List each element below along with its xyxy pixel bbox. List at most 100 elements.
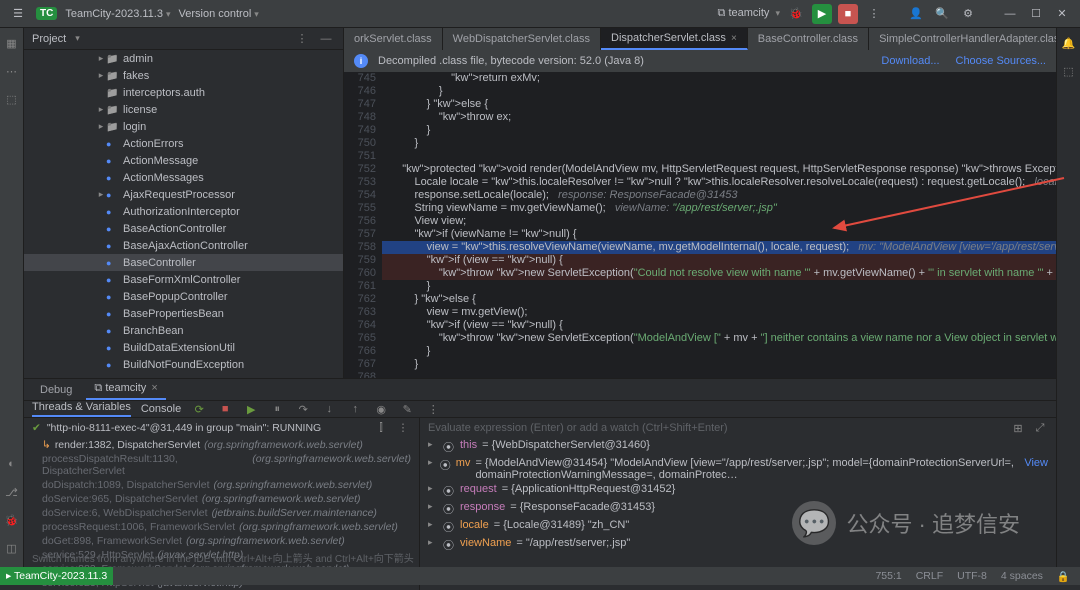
stack-frame[interactable]: doService:6, WebDispatcherServlet (jetbr… [24,506,419,520]
git-tool-icon[interactable]: ⎇ [3,483,21,501]
tree-item-buildtypebranchbean[interactable]: ▸BuildTypeBranchBean [24,373,343,376]
code-line[interactable] [382,150,1056,163]
tree-item-authorizationinterceptor[interactable]: AuthorizationInterceptor [24,203,343,220]
editor-tab[interactable]: BaseController.class [748,28,869,50]
tree-item-buildnotfoundexception[interactable]: BuildNotFoundException [24,356,343,373]
code-line[interactable]: view = mv.getView(); [382,306,1056,319]
code-line[interactable]: } "kw">else { [382,293,1056,306]
code-line[interactable] [382,371,1056,378]
database-icon[interactable]: ⬚ [1060,62,1078,80]
code-line[interactable]: view = "kw">this.resolveViewName(viewNam… [382,241,1056,254]
status-project[interactable]: ▸ TeamCity-2023.11.3 [0,567,113,585]
tree-item-interceptors-auth[interactable]: interceptors.auth [24,84,343,101]
project-tool-icon[interactable]: ▦ [3,34,21,52]
code-line[interactable]: "kw">if (view == "kw">null) { [382,254,1056,267]
stack-frame[interactable]: processDispatchResult:1130, DispatcherSe… [24,452,419,478]
project-selector[interactable]: TeamCity-2023.11.3▾ [65,8,170,20]
maximize-icon[interactable]: ☐ [1026,4,1046,24]
code-line[interactable]: "kw">protected "kw">void render(ModelAnd… [382,163,1056,176]
tree-item-basecontroller[interactable]: BaseController [24,254,343,271]
build-tool-icon[interactable]: ◫ [3,539,21,557]
variable-row[interactable]: ▸⦿mv = {ModelAndView@31454} "ModelAndVie… [420,456,1056,482]
tree-options-icon[interactable]: ⋮ [293,30,311,48]
app-menu-icon[interactable]: ☰ [8,4,28,24]
readonly-icon[interactable]: 🔒 [1057,570,1070,583]
tree-item-login[interactable]: ▸login [24,118,343,135]
layout-icon[interactable]: ⊞ [1010,420,1026,436]
tree-item-branchbean[interactable]: BranchBean [24,322,343,339]
code-line[interactable]: String viewName = mv.getViewName(); view… [382,202,1056,215]
close-tab-icon[interactable]: × [731,33,737,44]
tree-item-builddataextensionutil[interactable]: BuildDataExtensionUtil [24,339,343,356]
code-line[interactable]: } [382,124,1056,137]
choose-sources-link[interactable]: Choose Sources... [956,55,1047,67]
vcs-menu[interactable]: Version control▾ [179,8,259,20]
step-out-icon[interactable]: ↑ [347,401,363,417]
debug-tool-icon[interactable]: 🐞 [3,511,21,529]
code-line[interactable]: } [382,358,1056,371]
tree-item-license[interactable]: ▸license [24,101,343,118]
code-line[interactable]: "kw">throw "kw">new ServletException("Co… [382,267,1056,280]
step-over-icon[interactable]: ↷ [295,401,311,417]
editor-tab[interactable]: orkServlet.class [344,28,443,50]
tree-item-fakes[interactable]: ▸fakes [24,67,343,84]
rerun-icon[interactable]: ⟳ [191,401,207,417]
minimize-icon[interactable]: ― [1000,4,1020,24]
tree-item-actionmessages[interactable]: ActionMessages [24,169,343,186]
code-line[interactable]: View view; [382,215,1056,228]
editor-tab[interactable]: WebDispatcherServlet.class [443,28,601,50]
collapse-tree-icon[interactable]: ― [317,30,335,48]
download-sources-link[interactable]: Download... [881,55,939,67]
tree-item-baseformxmlcontroller[interactable]: BaseFormXmlController [24,271,343,288]
stack-frame[interactable]: ↳ render:1382, DispatcherServlet (org.sp… [24,438,419,452]
encoding[interactable]: UTF-8 [957,570,987,583]
code-line[interactable]: } [382,345,1056,358]
tree-item-actionmessage[interactable]: ActionMessage [24,152,343,169]
settings-icon[interactable]: ⚙ [958,4,978,24]
code-line[interactable]: } "kw">else { [382,98,1056,111]
pause-icon[interactable]: ⏸ [269,401,285,417]
stop-icon[interactable]: ■ [217,401,233,417]
code-line[interactable]: "kw">if (view == "kw">null) { [382,319,1056,332]
tree-item-baseactioncontroller[interactable]: BaseActionController [24,220,343,237]
code-line[interactable]: response.setLocale(locale); response: Re… [382,189,1056,202]
commit-tool-icon[interactable]: ◐ [3,455,21,473]
variable-row[interactable]: ▸⦿this = {WebDispatcherServlet@31460} [420,438,1056,456]
editor-tab[interactable]: DispatcherServlet.class× [601,28,748,50]
step-into-icon[interactable]: ↓ [321,401,337,417]
stop-button[interactable]: ■ [838,4,858,24]
more-frames-icon[interactable]: ⋮ [395,420,411,436]
notifications-icon[interactable]: 🔔 [1060,34,1078,52]
code-line[interactable]: Locale locale = "kw">this.localeResolver… [382,176,1056,189]
resume-icon[interactable]: ▶ [243,401,259,417]
tree-item-actionerrors[interactable]: ActionErrors [24,135,343,152]
bookmarks-tool-icon[interactable]: ⬚ [3,90,21,108]
more-icon[interactable]: ⋮ [864,4,884,24]
stack-frame[interactable]: doService:965, DispatcherServlet (org.sp… [24,492,419,506]
settings-icon[interactable]: ✎ [399,401,415,417]
stack-frame[interactable]: processRequest:1006, FrameworkServlet (o… [24,520,419,534]
console-subtab[interactable]: Console [141,403,181,415]
code-line[interactable]: } [382,85,1056,98]
code-line[interactable]: } [382,280,1056,293]
structure-tool-icon[interactable]: ⋯ [3,62,21,80]
tree-item-ajaxrequestprocessor[interactable]: ▸AjaxRequestProcessor [24,186,343,203]
run-button[interactable]: ▶ [812,4,832,24]
code-line[interactable]: } [382,137,1056,150]
run-config-selector[interactable]: ⧉ teamcity ▾ [718,7,780,20]
code-line[interactable]: "kw">throw "kw">new ServletException("Mo… [382,332,1056,345]
expand-icon[interactable]: ⤢ [1032,420,1048,436]
more-debug-icon[interactable]: ⋮ [425,401,441,417]
code-line[interactable]: "kw">if (viewName != "kw">null) { [382,228,1056,241]
tree-item-admin[interactable]: ▸admin [24,50,343,67]
line-ending[interactable]: CRLF [916,570,943,583]
tree-item-baseajaxactioncontroller[interactable]: BaseAjaxActionController [24,237,343,254]
close-icon[interactable]: ✕ [1052,4,1072,24]
thread-name[interactable]: "http-nio-8111-exec-4"@31,449 in group "… [47,422,321,434]
debug-button[interactable]: 🐞 [786,4,806,24]
filter-frames-icon[interactable]: ⫿ [373,420,389,436]
variable-row[interactable]: ▸⦿viewName = "/app/rest/server;.jsp" [420,536,1056,554]
threads-variables-subtab[interactable]: Threads & Variables [32,401,131,417]
eval-input[interactable]: Evaluate expression (Enter) or add a wat… [428,422,728,434]
stack-frame[interactable]: doGet:898, FrameworkServlet (org.springf… [24,534,419,548]
